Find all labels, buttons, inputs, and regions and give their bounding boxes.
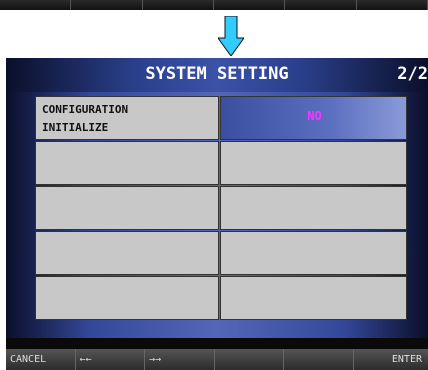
title-bar: SYSTEM SETTING 2/2 (6, 58, 428, 92)
setting-label-cell[interactable]: CONFIGURATION INITIALIZE (35, 96, 219, 140)
previous-screen-footer (0, 0, 428, 10)
prev-button[interactable]: ←← (75, 349, 145, 370)
page-indicator: 2/2 (397, 64, 428, 84)
settings-panel: CONFIGURATION INITIALIZE NO (6, 92, 428, 338)
setting-value-cell[interactable]: NO (220, 96, 407, 140)
setting-value: NO (307, 109, 322, 123)
function-key-5[interactable] (284, 349, 354, 370)
enter-button[interactable]: ENTER (353, 349, 428, 370)
setting-value-cell[interactable] (220, 231, 407, 275)
setting-value-cell[interactable] (220, 186, 407, 230)
screen-title: SYSTEM SETTING (145, 64, 289, 84)
system-setting-screen: SYSTEM SETTING 2/2 CONFIGURATION INITIAL… (6, 58, 428, 370)
function-key-bar: CANCEL ←← →→ ENTER (6, 349, 428, 370)
settings-row (35, 141, 407, 185)
setting-label: CONFIGURATION INITIALIZE (42, 103, 129, 134)
function-key-4[interactable] (214, 349, 284, 370)
settings-row (35, 231, 407, 275)
settings-row (35, 276, 407, 320)
cancel-button[interactable]: CANCEL (6, 349, 76, 370)
setting-value-cell[interactable] (220, 141, 407, 185)
next-button[interactable]: →→ (145, 349, 215, 370)
settings-row: CONFIGURATION INITIALIZE NO (35, 96, 407, 140)
setting-label-cell[interactable] (35, 186, 219, 230)
setting-label-cell[interactable] (35, 276, 219, 320)
setting-value-cell[interactable] (220, 276, 407, 320)
setting-label-cell[interactable] (35, 231, 219, 275)
setting-label-cell[interactable] (35, 141, 219, 185)
settings-row (35, 186, 407, 230)
down-arrow-icon (218, 16, 244, 56)
